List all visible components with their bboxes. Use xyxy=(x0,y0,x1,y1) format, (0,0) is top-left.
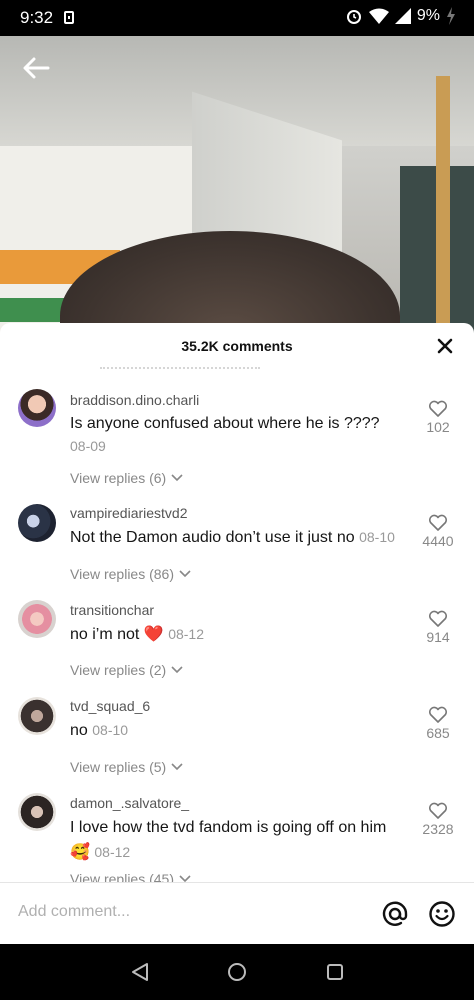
comment-item: braddison.dino.charli Is anyone confused… xyxy=(0,383,474,486)
comment-text: no 08-10 xyxy=(70,719,415,742)
view-replies-label: View replies (2) xyxy=(70,662,167,678)
add-comment-input[interactable]: Add comment... xyxy=(18,903,130,921)
heart-outline-icon xyxy=(428,802,448,819)
comment-item: vampirediariestvd2 Not the Damon audio d… xyxy=(0,497,474,593)
at-mention-icon[interactable] xyxy=(381,900,409,928)
close-icon[interactable] xyxy=(436,337,454,355)
like-count: 2328 xyxy=(422,821,454,837)
heart-outline-icon xyxy=(428,514,448,531)
like-button[interactable]: 914 xyxy=(416,610,460,645)
battery-charging-icon xyxy=(447,7,455,25)
comment-text: Is anyone confused about where he is ???… xyxy=(70,413,415,458)
avatar[interactable] xyxy=(18,793,56,831)
comment-composer: Add comment... xyxy=(0,882,474,945)
view-replies-label: View replies (6) xyxy=(70,470,167,486)
comment-date: 08-12 xyxy=(94,844,131,860)
comment-date: 08-12 xyxy=(168,626,204,642)
comments-count-title: 35.2K comments xyxy=(181,338,293,354)
like-button[interactable]: 4440 xyxy=(416,514,460,549)
heart-outline-icon xyxy=(428,610,448,627)
back-arrow-icon[interactable] xyxy=(20,52,52,84)
comment-body: no xyxy=(70,722,88,739)
avatar[interactable] xyxy=(18,389,56,427)
like-count: 914 xyxy=(426,629,450,645)
comment-date: 08-10 xyxy=(92,722,129,738)
system-nav-bar xyxy=(0,944,474,1000)
status-bar: 9:32 9% xyxy=(0,0,474,36)
comment-date: 08-10 xyxy=(359,529,395,545)
emoji-icon[interactable] xyxy=(428,900,456,928)
nav-back-icon[interactable] xyxy=(130,962,150,982)
view-replies-label: View replies (86) xyxy=(70,566,175,582)
comment-list[interactable]: braddison.dino.charli Is anyone confused… xyxy=(0,383,474,887)
chevron-down-icon xyxy=(171,474,183,482)
comment-item: tvd_squad_6 no 08-10 685 View replies (5… xyxy=(0,689,474,785)
scroll-cut-edge xyxy=(100,367,260,373)
like-button[interactable]: 2328 xyxy=(416,802,460,837)
comment-username[interactable]: braddison.dino.charli xyxy=(70,392,199,408)
nav-home-icon[interactable] xyxy=(227,962,247,982)
sheet-header: 35.2K comments xyxy=(0,323,474,369)
comment-username[interactable]: vampirediariestvd2 xyxy=(70,505,188,521)
comment-date: 08-09 xyxy=(70,438,106,454)
view-replies-button[interactable]: View replies (86) xyxy=(70,566,192,582)
comments-sheet: 35.2K comments braddison.dino.charli Is … xyxy=(0,323,474,943)
chevron-down-icon xyxy=(171,763,183,771)
video-background[interactable] xyxy=(0,36,474,336)
comment-item: transitionchar no i’m not ❤️ 08-12 914 V… xyxy=(0,593,474,689)
chevron-down-icon xyxy=(171,666,183,674)
view-replies-button[interactable]: View replies (2) xyxy=(70,662,184,678)
comment-username[interactable]: damon_.salvatore_ xyxy=(70,795,189,811)
comment-username[interactable]: transitionchar xyxy=(70,602,154,618)
nav-recents-icon[interactable] xyxy=(326,963,344,981)
like-count: 4440 xyxy=(422,533,454,549)
battery-percent: 9% xyxy=(416,7,440,24)
comment-body: Not the Damon audio don’t use it just no xyxy=(70,529,355,546)
comment-text: Not the Damon audio don’t use it just no… xyxy=(70,526,415,549)
comment-body: I love how the tvd fandom is going off o… xyxy=(70,819,387,836)
comment-text: I love how the tvd fandom is going off o… xyxy=(70,816,415,865)
sim-icon xyxy=(64,11,74,24)
view-replies-button[interactable]: View replies (5) xyxy=(70,759,184,775)
view-replies-button[interactable]: View replies (6) xyxy=(70,470,184,486)
like-count: 102 xyxy=(426,419,450,435)
comment-body: Is anyone confused about where he is ???… xyxy=(70,415,380,432)
status-icons: 9% xyxy=(345,7,456,25)
video-pole xyxy=(436,76,450,336)
alarm-icon xyxy=(346,10,361,24)
chevron-down-icon xyxy=(179,570,191,578)
view-replies-label: View replies (5) xyxy=(70,759,167,775)
comment-body: no i’m not ❤️ xyxy=(70,626,164,643)
comment-item: damon_.salvatore_ I love how the tvd fan… xyxy=(0,785,474,895)
wifi-icon xyxy=(368,8,389,24)
status-time: 9:32 xyxy=(20,8,54,27)
comment-text: no i’m not ❤️ 08-12 xyxy=(70,623,415,646)
like-button[interactable]: 685 xyxy=(416,706,460,741)
avatar[interactable] xyxy=(18,697,56,735)
comment-emoji: 🥰 xyxy=(70,844,90,861)
heart-outline-icon xyxy=(428,400,448,417)
signal-icon xyxy=(394,8,411,24)
like-button[interactable]: 102 xyxy=(416,400,460,435)
like-count: 685 xyxy=(426,725,450,741)
avatar[interactable] xyxy=(18,504,56,542)
avatar[interactable] xyxy=(18,600,56,638)
comment-username[interactable]: tvd_squad_6 xyxy=(70,698,150,714)
heart-outline-icon xyxy=(428,706,448,723)
